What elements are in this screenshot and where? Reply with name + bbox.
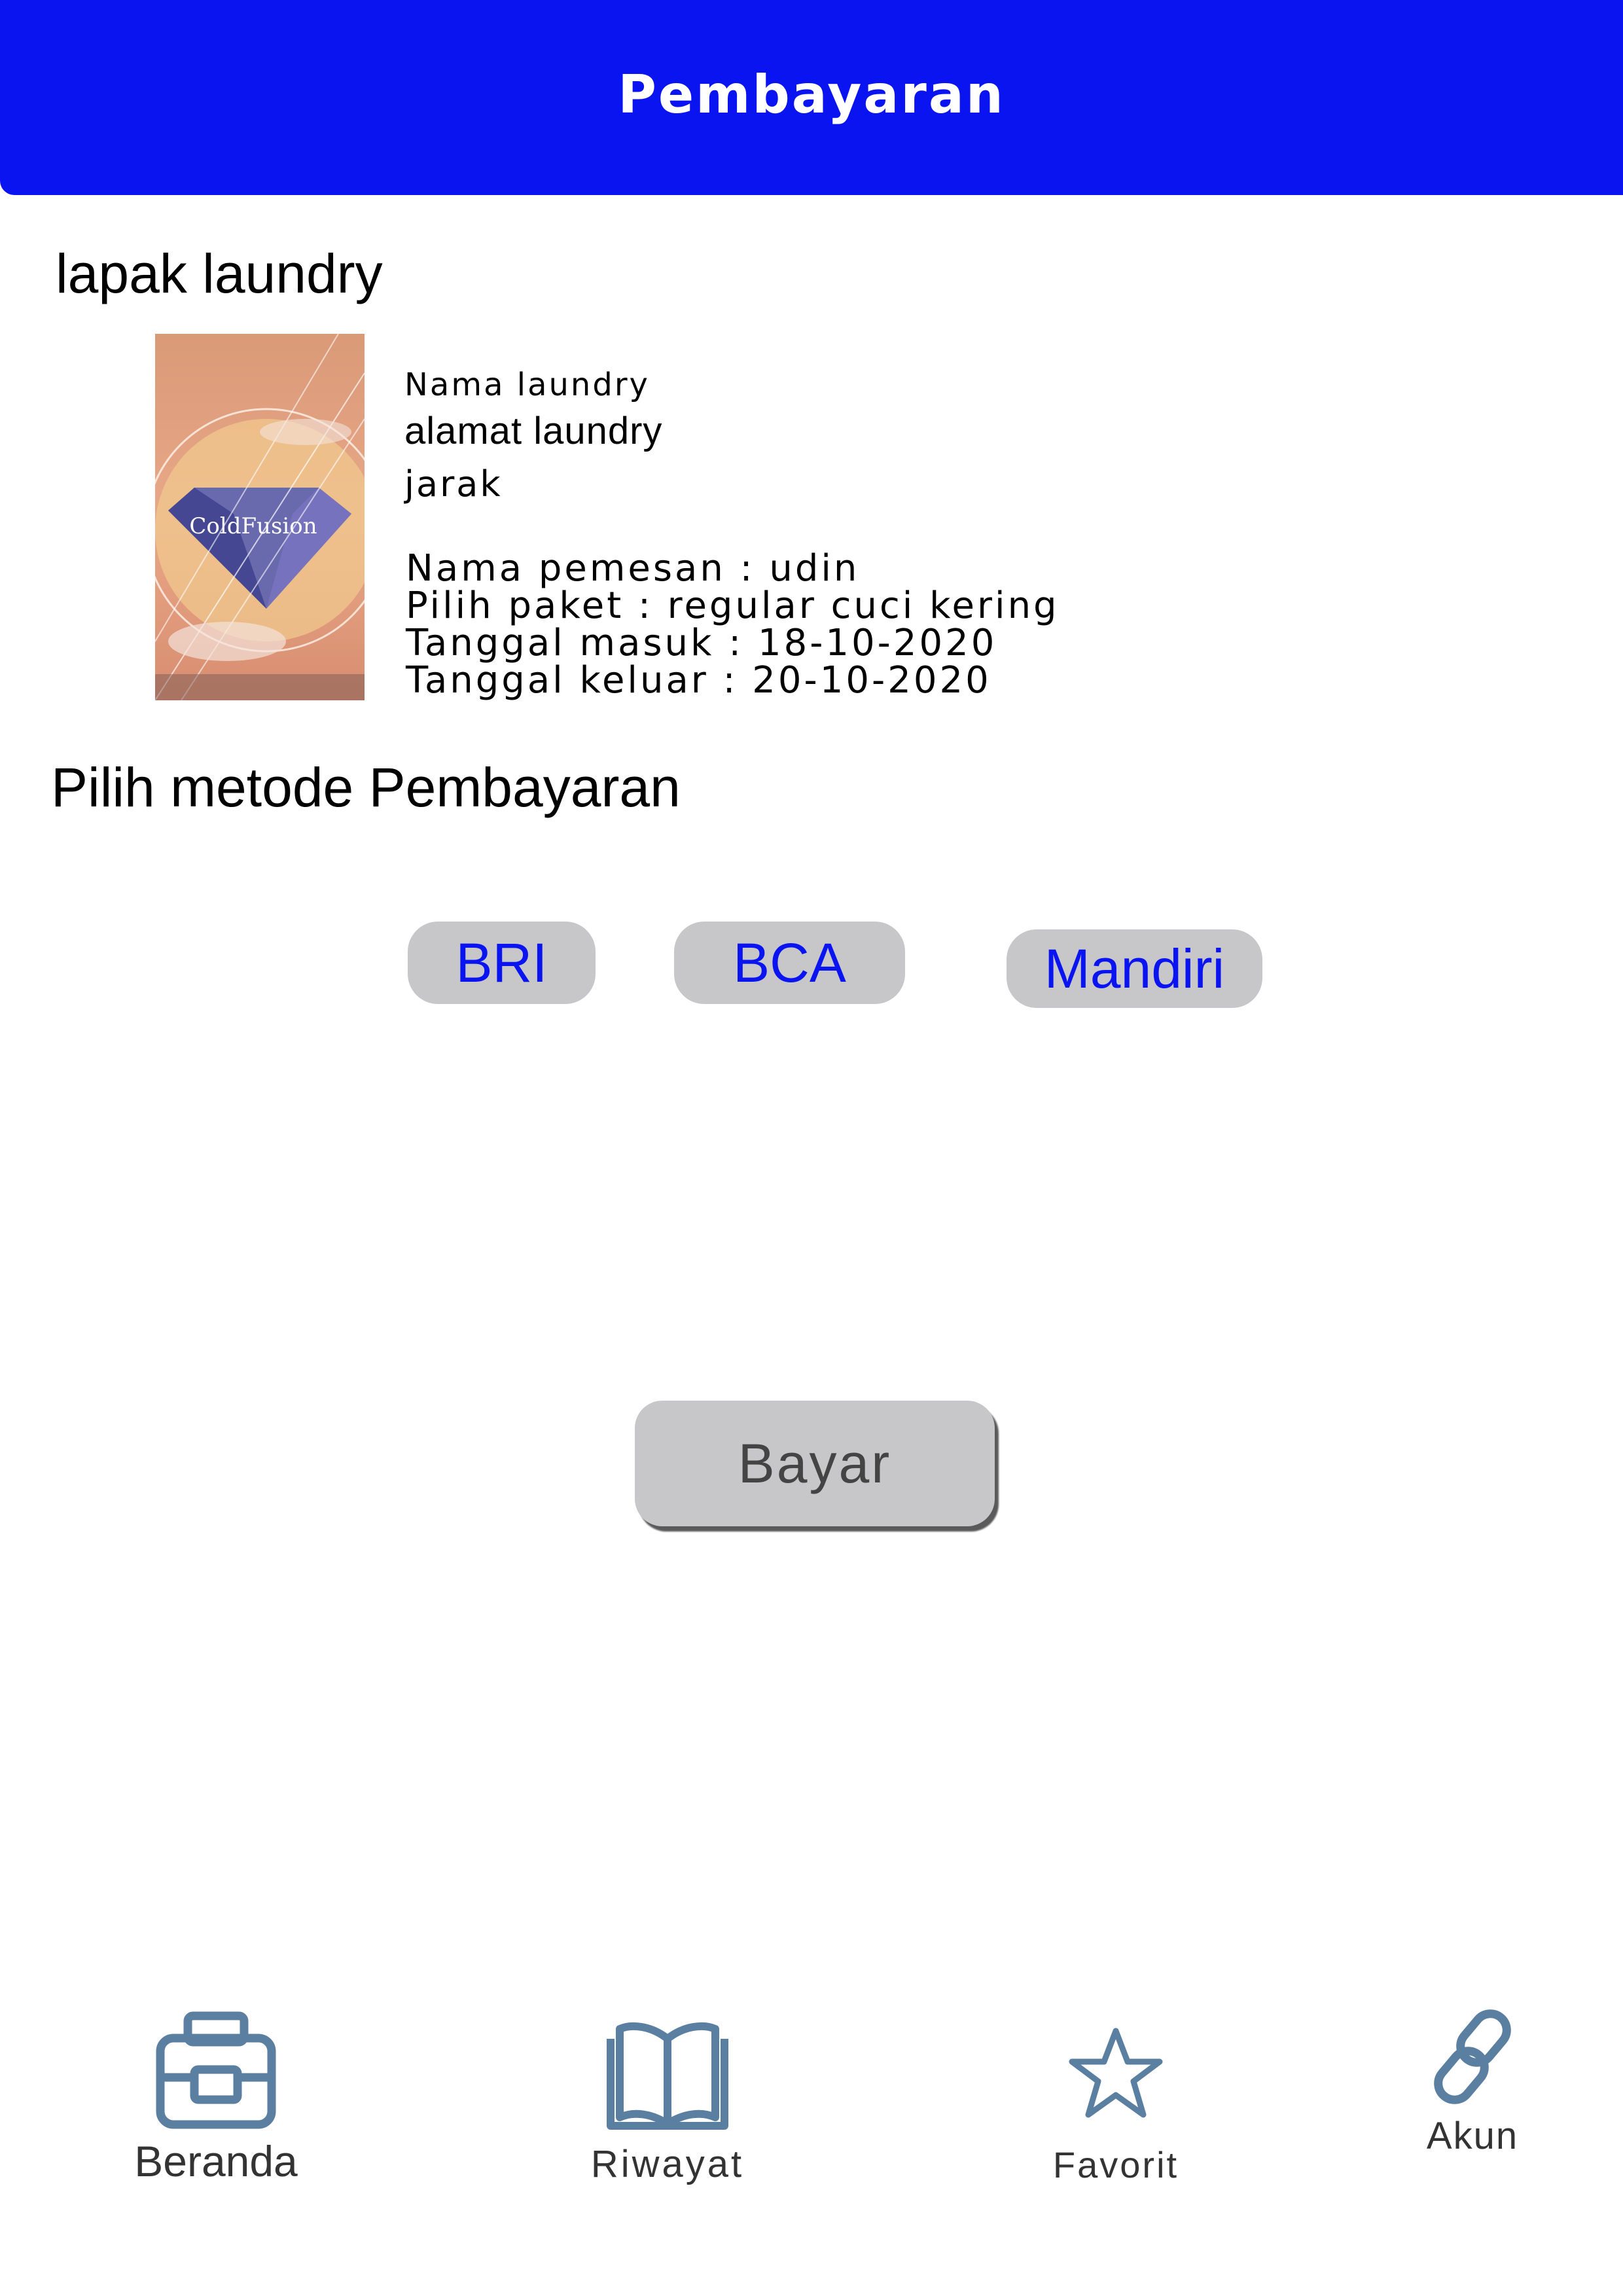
bca-button[interactable]: BCA — [674, 922, 905, 1004]
nav-favorit[interactable]: Favorit — [1008, 2026, 1224, 2186]
pay-button[interactable]: Bayar — [635, 1401, 995, 1526]
nav-riwayat[interactable]: Riwayat — [563, 2016, 772, 2186]
order-details: Nama pemesan : udin Pilih paket : regula… — [406, 550, 1060, 699]
laundry-distance: jarak — [404, 463, 503, 505]
payment-heading: Pilih metode Pembayaran — [51, 757, 681, 818]
nav-label-favorit: Favorit — [1052, 2144, 1179, 2185]
nav-label-beranda: Beranda — [134, 2137, 298, 2185]
bri-button[interactable]: BRI — [408, 922, 596, 1004]
nav-akun[interactable]: Akun — [1387, 2006, 1558, 2158]
nav-label-akun: Akun — [1426, 2115, 1519, 2157]
detail-package: Pilih paket : regular cuci kering — [406, 584, 1060, 627]
book-icon — [607, 2022, 728, 2130]
laundry-name: Nama laundry — [404, 367, 650, 403]
image-caption: ColdFusion — [189, 513, 317, 539]
detail-date-out: Tanggal keluar : 20-10-2020 — [406, 659, 991, 702]
link-icon — [1434, 2009, 1511, 2104]
laundry-image: ColdFusion — [155, 334, 365, 700]
toolbox-icon — [156, 2011, 276, 2129]
laundry-address: alamat laundry — [404, 410, 663, 452]
page-title: Pembayaran — [618, 64, 1005, 125]
detail-customer: Nama pemesan : udin — [406, 547, 860, 590]
shop-heading: lapak laundry — [56, 243, 383, 304]
nav-beranda[interactable]: Beranda — [111, 2009, 321, 2186]
app-header: Pembayaran — [0, 0, 1623, 195]
star-icon — [1069, 2028, 1163, 2118]
mandiri-button[interactable]: Mandiri — [1007, 929, 1262, 1008]
nav-label-riwayat: Riwayat — [590, 2143, 745, 2185]
detail-date-in: Tanggal masuk : 18-10-2020 — [406, 622, 997, 664]
